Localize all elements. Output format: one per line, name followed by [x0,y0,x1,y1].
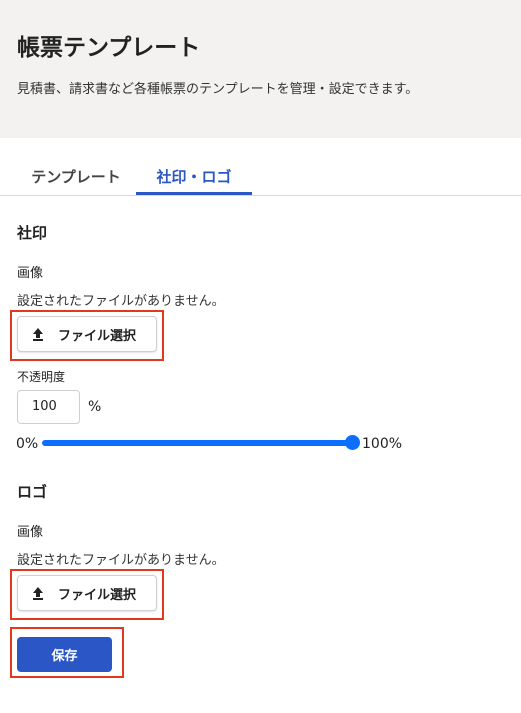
page-description: 見積書、請求書など各種帳票のテンプレートを管理・設定できます。 [17,82,419,97]
page-header: 帳票テンプレート 見積書、請求書など各種帳票のテンプレートを管理・設定できます。 [0,0,521,138]
opacity-unit: % [88,399,102,415]
tab-bar: テンプレート 社印・ロゴ [0,158,521,196]
logo-image-label: 画像 [17,525,44,540]
opacity-input[interactable]: 100 [17,390,80,424]
save-button[interactable]: 保存 [17,637,112,672]
slider-max-label: 100% [362,436,403,452]
opacity-slider-thumb[interactable] [344,435,360,450]
seal-image-label: 画像 [17,266,44,281]
tab-template[interactable]: テンプレート [16,166,136,194]
seal-file-select-button[interactable]: ファイル選択 [17,316,157,352]
logo-section-title: ロゴ [17,483,48,501]
logo-file-select-button[interactable]: ファイル選択 [17,575,157,611]
opacity-label: 不透明度 [17,370,66,384]
tab-seal-logo[interactable]: 社印・ロゴ [136,166,252,195]
page-title: 帳票テンプレート [17,35,201,61]
seal-file-button-label: ファイル選択 [58,328,137,344]
seal-no-file-text: 設定されたファイルがありません。 [17,294,225,309]
slider-min-label: 0% [16,436,39,452]
seal-section-title: 社印 [17,224,48,242]
opacity-slider-track[interactable] [42,440,352,446]
upload-icon [33,587,43,600]
logo-file-button-label: ファイル選択 [58,587,137,603]
logo-no-file-text: 設定されたファイルがありません。 [17,553,225,568]
upload-icon [33,328,43,341]
